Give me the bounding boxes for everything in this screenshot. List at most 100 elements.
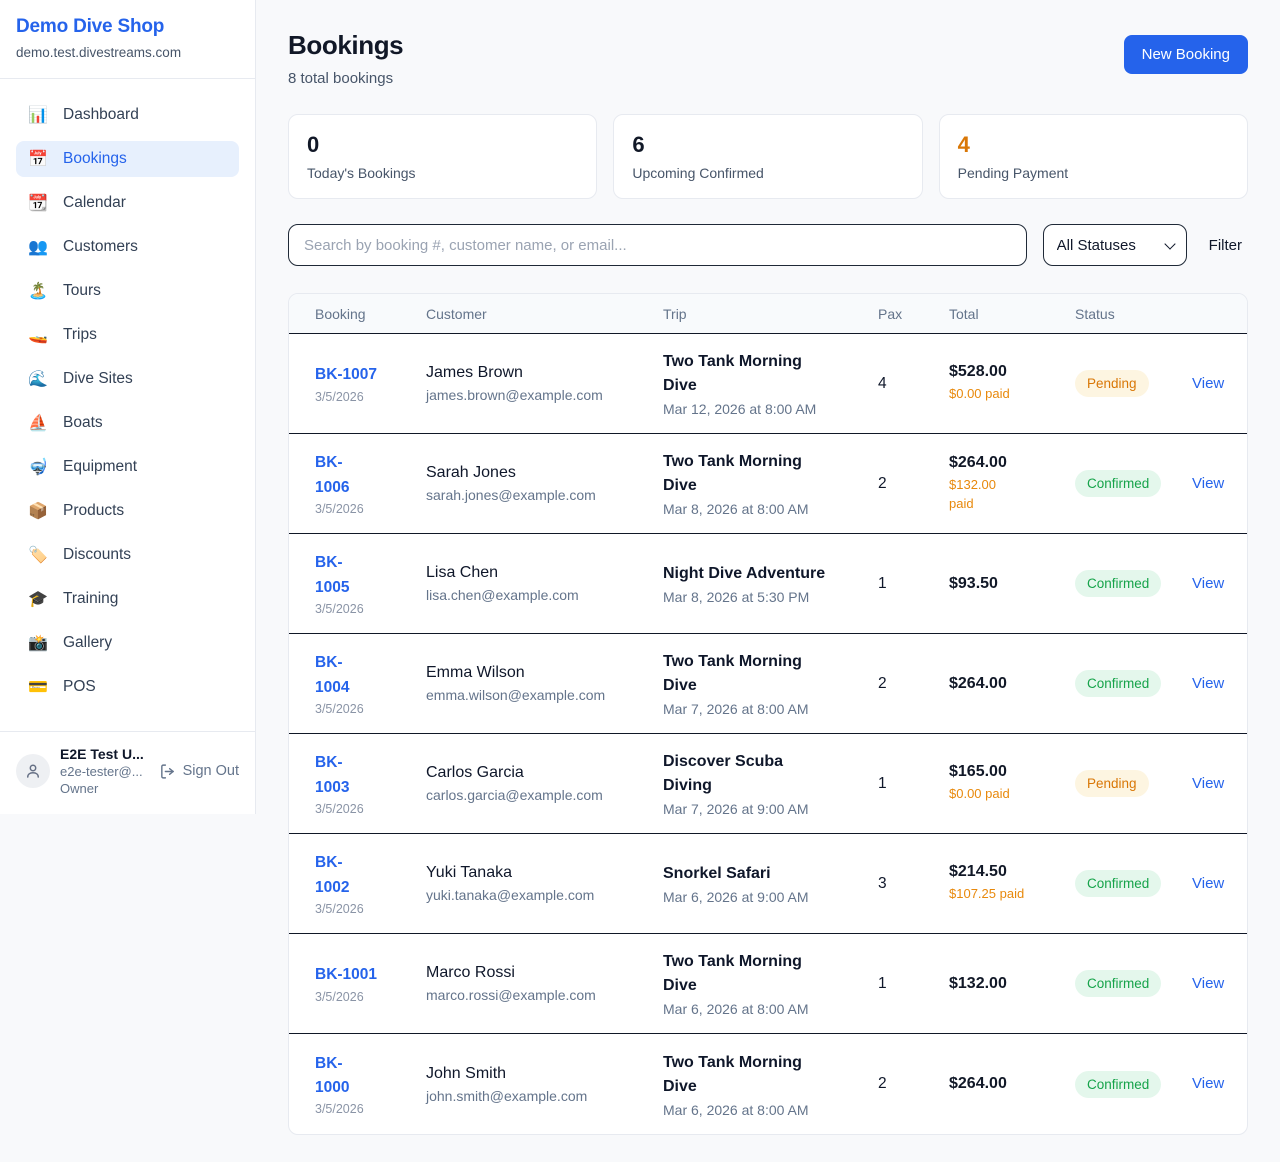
sidebar-item-equipment[interactable]: 🤿Equipment [16,449,239,485]
customer-email: sarah.jones@example.com [426,487,663,503]
table-row: BK- 1002 3/5/2026 Yuki Tanaka yuki.tanak… [289,834,1247,934]
table-row: BK- 1004 3/5/2026 Emma Wilson emma.wilso… [289,634,1247,734]
booking-date: 3/5/2026 [315,702,426,716]
sidebar-item-dive-sites[interactable]: 🌊Dive Sites [16,361,239,397]
view-link[interactable]: View [1192,1075,1224,1092]
total-cell: $93.50 [949,575,1075,593]
status-filter-select[interactable]: All Statuses [1043,224,1187,266]
page-header: Bookings 8 total bookings New Booking [288,30,1248,87]
actions-cell: View [1192,775,1231,793]
booking-cell: BK- 1003 3/5/2026 [315,751,426,815]
sidebar-item-label: Dive Sites [63,370,133,388]
sidebar-item-label: Equipment [63,458,137,476]
stat-label: Pending Payment [958,165,1229,181]
customer-cell: John Smith john.smith@example.com [426,1065,663,1104]
user-icon [24,762,42,780]
filter-button[interactable]: Filter [1203,237,1248,254]
view-link[interactable]: View [1192,875,1224,892]
view-link[interactable]: View [1192,975,1224,992]
actions-cell: View [1192,375,1231,393]
sidebar-item-gallery[interactable]: 📸 Gallery [16,625,239,661]
view-link[interactable]: View [1192,475,1224,492]
sidebar-item-bookings[interactable]: 📅Bookings [16,141,239,177]
new-booking-button[interactable]: New Booking [1124,35,1248,74]
booking-id-link[interactable]: BK- 1004 [315,651,349,699]
booking-cell: BK- 1005 3/5/2026 [315,551,426,615]
sidebar-item-label: Gallery [63,634,112,652]
customer-cell: Carlos Garcia carlos.garcia@example.com [426,764,663,803]
column-header-total: Total [949,306,1075,322]
status-badge: Confirmed [1075,470,1161,497]
pax-count: 2 [878,475,949,493]
customer-name: Yuki Tanaka [426,864,663,882]
total-amount: $165.00 [949,763,1075,781]
booking-id-link[interactable]: BK- 1003 [315,751,349,799]
users-icon: 👥 [28,237,48,257]
status-cell: Confirmed [1075,670,1192,697]
page-title: Bookings [288,30,403,61]
sidebar: Demo Dive Shop demo.test.divestreams.com… [0,0,256,814]
sign-out-button[interactable]: Sign Out [159,763,239,780]
column-header-status: Status [1075,306,1192,322]
actions-cell: View [1192,1075,1231,1093]
status-cell: Confirmed [1075,970,1192,997]
sidebar-item-calendar[interactable]: 📆Calendar [16,185,239,221]
sidebar-item-pos[interactable]: 💳POS [16,669,239,705]
credit-card-icon: 💳 [28,677,48,697]
customer-email: john.smith@example.com [426,1088,663,1104]
view-link[interactable]: View [1192,775,1224,792]
camera-icon: 📸 [28,633,48,653]
booking-id-link[interactable]: BK- 1005 [315,551,349,599]
booking-id-link[interactable]: BK-1007 [315,363,377,387]
customer-name: John Smith [426,1065,663,1083]
status-badge: Confirmed [1075,670,1161,697]
customer-name: Sarah Jones [426,464,663,482]
sidebar-item-products[interactable]: 📦Products [16,493,239,529]
stat-value: 4 [958,132,1229,158]
customer-name: Carlos Garcia [426,764,663,782]
trip-name: Discover Scuba Diving [663,750,835,798]
total-amount: $264.00 [949,675,1075,693]
view-link[interactable]: View [1192,575,1224,592]
sidebar-item-boats[interactable]: ⛵Boats [16,405,239,441]
booking-id-link[interactable]: BK-1001 [315,963,377,987]
table-header-row: Booking Customer Trip Pax Total Status [289,294,1247,334]
sidebar-item-dashboard[interactable]: 📊 Dashboard [16,97,239,133]
table-body: BK-1007 3/5/2026 James Brown james.brown… [289,334,1247,1134]
trip-name: Two Tank Morning Dive [663,950,835,998]
stat-value: 0 [307,132,578,158]
paid-amount: $132.00 paid [949,476,1075,514]
stat-value: 6 [632,132,903,158]
sidebar-nav: 📊 Dashboard 📅Bookings 📆Calendar 👥Customers 🏝️… [0,79,255,723]
total-bookings-count: 8 total bookings [288,70,403,87]
sidebar-item-customers[interactable]: 👥Customers [16,229,239,265]
table-row: BK-1001 3/5/2026 Marco Rossi marco.rossi… [289,934,1247,1034]
sidebar-item-discounts[interactable]: 🏷️Discounts [16,537,239,573]
pax-count: 3 [878,875,949,893]
customer-email: marco.rossi@example.com [426,987,663,1003]
search-input[interactable] [288,224,1027,266]
booking-id-link[interactable]: BK- 1000 [315,1052,349,1100]
sidebar-item-label: Dashboard [63,106,139,124]
booking-id-link[interactable]: BK- 1006 [315,451,349,499]
trip-cell: Two Tank Morning Dive Mar 6, 2026 at 8:0… [663,950,878,1017]
sidebar-item-training[interactable]: 🎓Training [16,581,239,617]
user-role: Owner [60,781,149,796]
customer-cell: Sarah Jones sarah.jones@example.com [426,464,663,503]
sidebar-item-tours[interactable]: 🏝️Tours [16,273,239,309]
total-cell: $528.00 $0.00 paid [949,363,1075,404]
sidebar-item-trips[interactable]: 🚤Trips [16,317,239,353]
booking-cell: BK-1001 3/5/2026 [315,963,426,1003]
customer-name: James Brown [426,364,663,382]
page-heading-group: Bookings 8 total bookings [288,30,403,87]
status-badge: Confirmed [1075,1071,1161,1098]
booking-date: 3/5/2026 [315,390,426,404]
view-link[interactable]: View [1192,675,1224,692]
view-link[interactable]: View [1192,375,1224,392]
booking-id-link[interactable]: BK- 1002 [315,851,349,899]
bar-chart-icon: 📊 [28,105,48,125]
paid-amount: $107.25 paid [949,885,1075,904]
customer-name: Marco Rossi [426,964,663,982]
total-cell: $214.50 $107.25 paid [949,863,1075,904]
booking-cell: BK- 1000 3/5/2026 [315,1052,426,1116]
